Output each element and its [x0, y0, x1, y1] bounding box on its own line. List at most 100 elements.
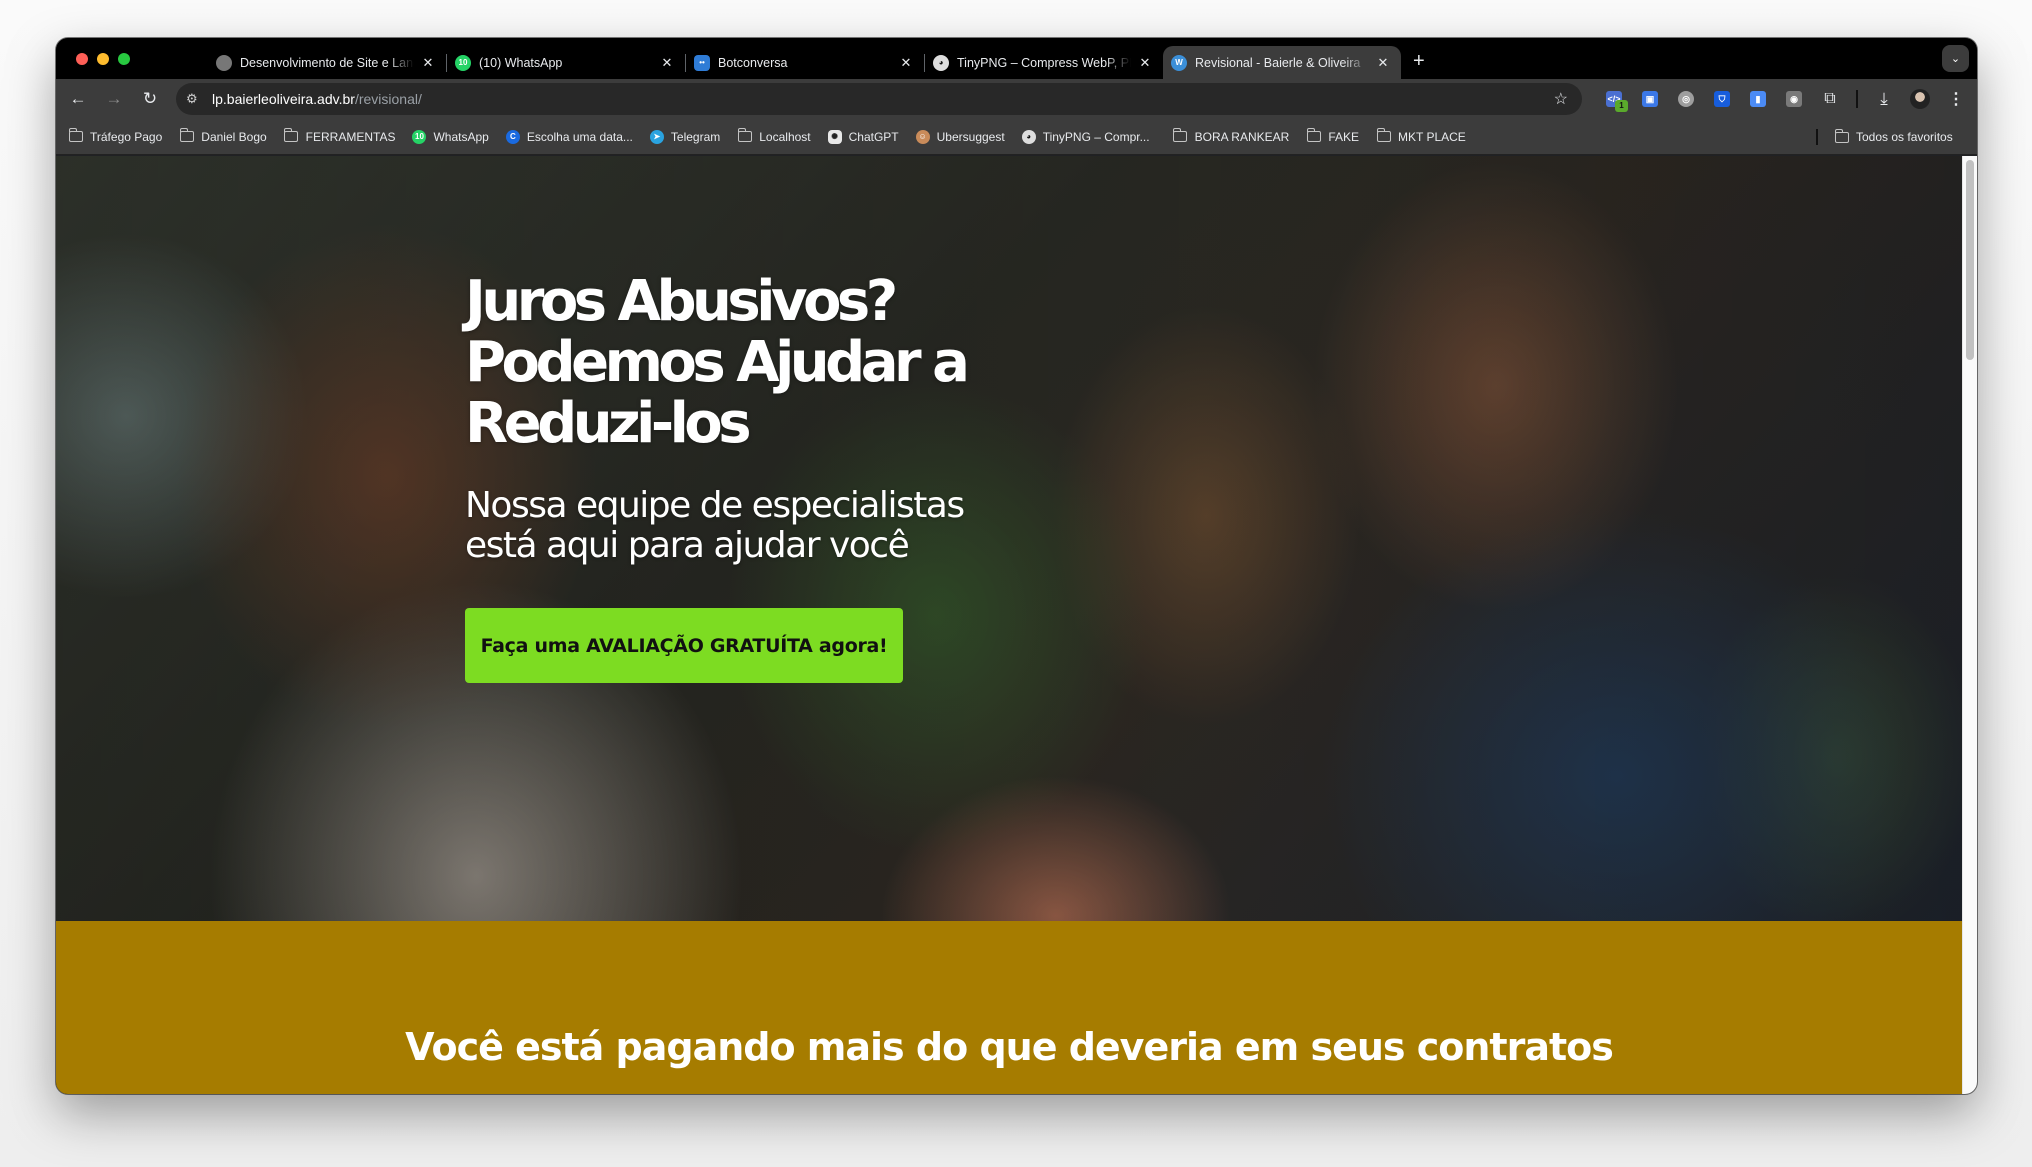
- bookmark-label: Escolha uma data...: [526, 129, 633, 144]
- bookmark-label: BORA RANKEAR: [1194, 129, 1290, 144]
- overpaying-section: Você está pagando mais do que deveria em…: [56, 921, 1962, 1094]
- calendly-icon: C: [505, 129, 520, 144]
- extensions-menu-button[interactable]: ⧉: [1812, 81, 1848, 117]
- close-tab-icon[interactable]: ✕: [420, 55, 436, 71]
- bookmark-link[interactable]: 10 WhatsApp: [412, 129, 489, 144]
- bookmark-link[interactable]: ➤ Telegram: [649, 129, 721, 144]
- maximize-window-button[interactable]: [118, 52, 130, 65]
- telegram-icon: ➤: [649, 129, 664, 144]
- tab-active[interactable]: W Revisional - Baierle & Oliveira ✕: [1163, 46, 1401, 79]
- bookmark-folder[interactable]: Daniel Bogo: [179, 128, 267, 144]
- whatsapp-icon: 10: [455, 54, 471, 71]
- all-bookmarks-button[interactable]: Todos os favoritos: [1834, 119, 1953, 155]
- toolbar-separator: [1856, 90, 1858, 108]
- tab-title: Desenvolvimento de Site e Landing Page: [240, 55, 414, 70]
- tab-title: Botconversa: [718, 55, 788, 70]
- close-window-button[interactable]: [76, 52, 88, 65]
- circle-extension-button[interactable]: ◎: [1668, 81, 1704, 117]
- back-button[interactable]: ←: [60, 81, 96, 117]
- panda-icon: ◕: [1021, 129, 1036, 144]
- bookmark-link[interactable]: ◕ TinyPNG – Compr...: [1021, 129, 1150, 144]
- browser-menu-button[interactable]: ⋮: [1938, 81, 1974, 117]
- url-host: lp.baierleoliveira.adv.br: [212, 91, 355, 107]
- extensions-area: </> 1 ▣ ◎ ⛉ ▮ ◉ ⧉ ⤓ ⋮: [1596, 79, 1974, 119]
- page-scrollbar[interactable]: [1962, 156, 1977, 1094]
- close-tab-icon[interactable]: ✕: [659, 55, 675, 71]
- person-avatar-icon: [216, 54, 232, 71]
- tab[interactable]: Desenvolvimento de Site e Landing Page ✕: [208, 46, 446, 79]
- bookmark-label: Ubersuggest: [936, 129, 1005, 144]
- folder-icon: [1173, 128, 1188, 143]
- bookmark-label: Telegram: [670, 129, 721, 144]
- document-icon: ▮: [1750, 91, 1766, 107]
- bookmark-folder[interactable]: BORA RANKEAR: [1173, 128, 1290, 144]
- bookmark-link[interactable]: ☺ Ubersuggest: [915, 129, 1005, 144]
- bookmark-label: MKT PLACE: [1398, 129, 1466, 144]
- bookmark-link[interactable]: C Escolha uma data...: [505, 129, 633, 144]
- close-tab-icon[interactable]: ✕: [898, 55, 914, 71]
- circle-icon: ◎: [1678, 91, 1694, 107]
- tab-search-button[interactable]: ⌄: [1942, 45, 1969, 72]
- avatar: [1910, 89, 1930, 109]
- puzzle-icon: ⧉: [1824, 90, 1836, 107]
- camera-icon: ◉: [1786, 91, 1802, 107]
- profile-button[interactable]: [1902, 81, 1938, 117]
- downloads-button[interactable]: ⤓: [1866, 81, 1902, 117]
- tab[interactable]: •• Botconversa ✕: [686, 46, 924, 79]
- close-tab-icon[interactable]: ✕: [1375, 55, 1391, 71]
- bookmark-folder[interactable]: FAKE: [1306, 128, 1359, 144]
- tab[interactable]: ◕ TinyPNG – Compress WebP, PNG and JPEG …: [925, 46, 1163, 79]
- tab-strip: Desenvolvimento de Site e Landing Page ✕…: [56, 38, 1977, 79]
- botconversa-icon: ••: [694, 54, 710, 71]
- download-icon: ⤓: [1880, 89, 1888, 108]
- bookmarks-separator: [1816, 129, 1818, 145]
- window-controls: [56, 52, 208, 65]
- bookmark-label: WhatsApp: [433, 129, 489, 144]
- camera-extension-button[interactable]: ◉: [1776, 81, 1812, 117]
- scrollbar-thumb[interactable]: [1966, 160, 1974, 360]
- kebab-menu-icon: ⋮: [1948, 91, 1964, 108]
- bookmark-label: FAKE: [1328, 129, 1359, 144]
- bookmark-label: TinyPNG – Compr...: [1042, 129, 1150, 144]
- tab[interactable]: 10 (10) WhatsApp ✕: [447, 46, 685, 79]
- bookmark-folder[interactable]: Tráfego Pago: [68, 128, 163, 144]
- tab-title: TinyPNG – Compress WebP, PNG and JPEG: [957, 55, 1131, 70]
- bookmark-folder[interactable]: FERRAMENTAS: [284, 128, 395, 144]
- bookmark-folder[interactable]: MKT PLACE: [1376, 128, 1466, 144]
- bookmark-label: Daniel Bogo: [201, 129, 267, 144]
- ubersuggest-icon: ☺: [915, 129, 930, 144]
- bookmarks-bar: Tráfego Pago Daniel Bogo FERRAMENTAS 10 W…: [56, 119, 1977, 155]
- tag-extension-button[interactable]: ▣: [1632, 81, 1668, 117]
- bookmark-star-icon[interactable]: ☆: [1554, 89, 1568, 109]
- hero-content: Juros Abusivos? Podemos Ajudar a Reduzi-…: [465, 271, 1025, 683]
- url-path: /revisional/: [354, 91, 422, 107]
- folder-icon: [1306, 128, 1321, 143]
- bookmark-link[interactable]: ✺ ChatGPT: [827, 129, 899, 144]
- minimize-window-button[interactable]: [97, 52, 109, 65]
- bitwarden-extension-button[interactable]: ⛉: [1704, 81, 1740, 117]
- shield-icon: ⛉: [1714, 91, 1730, 107]
- new-tab-button[interactable]: +: [1413, 50, 1425, 73]
- free-evaluation-cta-button[interactable]: Faça uma AVALIAÇÃO GRATUÍTA agora!: [465, 608, 903, 683]
- docs-extension-button[interactable]: ▮: [1740, 81, 1776, 117]
- wordpress-icon: W: [1171, 54, 1187, 71]
- reload-button[interactable]: ↻: [132, 81, 168, 117]
- toolbar: ← → ↻ ⚙ lp.baierleoliveira.adv.br/revisi…: [56, 79, 1977, 119]
- hero-subtitle: Nossa equipe de especialistas está aqui …: [465, 485, 965, 566]
- bookmark-label: ChatGPT: [848, 129, 899, 144]
- folder-icon: [737, 128, 752, 143]
- site-settings-icon[interactable]: ⚙: [186, 91, 212, 107]
- dev-tools-extension-button[interactable]: </> 1: [1596, 81, 1632, 117]
- forward-button[interactable]: →: [96, 81, 132, 117]
- close-tab-icon[interactable]: ✕: [1137, 55, 1153, 71]
- chatgpt-icon: ✺: [827, 129, 842, 144]
- hero-section: Juros Abusivos? Podemos Ajudar a Reduzi-…: [56, 156, 1962, 921]
- bookmark-label: Localhost: [759, 129, 811, 144]
- address-bar[interactable]: ⚙ lp.baierleoliveira.adv.br/revisional/ …: [176, 83, 1582, 115]
- hero-title: Juros Abusivos? Podemos Ajudar a Reduzi-…: [465, 269, 970, 456]
- bookmark-label: Tráfego Pago: [90, 129, 163, 144]
- tag-icon: ▣: [1642, 91, 1658, 107]
- bookmark-label: Todos os favoritos: [1856, 130, 1953, 144]
- bookmark-folder[interactable]: Localhost: [737, 128, 811, 144]
- tab-title: (10) WhatsApp: [479, 55, 563, 70]
